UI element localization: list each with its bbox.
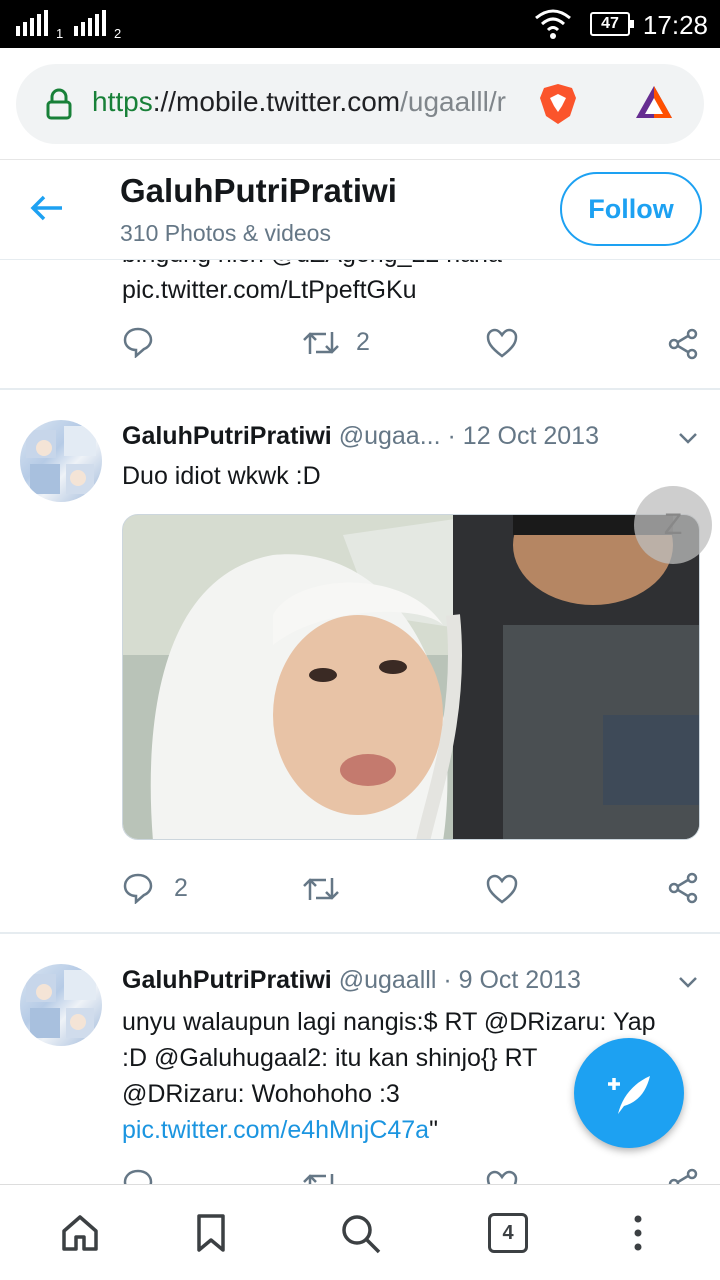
back-arrow-icon[interactable] [30,194,64,222]
author-handle[interactable]: @ugaalll [339,966,437,994]
signal-icon [74,10,106,36]
browser-bottom-nav: 4 [0,1184,720,1280]
search-icon[interactable] [340,1213,382,1255]
lock-icon [46,88,72,120]
home-icon[interactable] [60,1213,100,1253]
like-icon[interactable] [486,874,518,904]
tweet-date[interactable]: · 12 Oct 2013 [448,422,599,450]
share-icon[interactable] [668,328,700,360]
retweet-icon[interactable] [302,328,340,358]
more-menu-icon[interactable] [632,1215,644,1251]
share-icon[interactable] [668,872,700,904]
compose-feather-icon [608,1076,650,1114]
like-icon[interactable] [486,328,518,358]
tweet-header: GaluhPutriPratiwi @ugaalll · 9 Oct 2013 [122,966,581,995]
battery-indicator: 47 [590,12,634,36]
tweet-link[interactable]: pic.twitter.com/LtPpeftGKu [122,272,417,308]
bookmark-icon[interactable] [196,1213,226,1253]
tweet-divider [0,388,720,390]
tweet-date[interactable]: · 9 Oct 2013 [443,966,581,994]
compose-tweet-button[interactable] [574,1038,684,1148]
like-icon[interactable] [486,1170,518,1184]
wifi-icon [535,9,571,39]
tweet-divider [0,932,720,934]
avatar[interactable] [20,420,102,502]
chevron-down-icon[interactable] [678,432,698,446]
reply-icon[interactable] [122,872,154,904]
avatar[interactable] [20,964,102,1046]
tweet-text: Duo idiot wkwk :D [122,462,321,490]
author-name[interactable]: GaluhPutriPratiwi [122,422,332,450]
profile-name: GaluhPutriPratiwi [120,172,397,209]
tweet-text-line: pic.twitter.com/e4hMnjC47a" [122,1116,438,1144]
tweet-text-line: :D @Galuhugaal2: itu kan shinjo{} RT [122,1044,538,1072]
profile-header: GaluhPutriPratiwi 310 Photos & videos Fo… [0,160,720,260]
brave-rewards-icon[interactable] [634,84,674,120]
tweet-text-line: unyu walaupun lagi nangis:$ RT @DRizaru:… [122,1008,656,1036]
floating-overlay-button[interactable]: Z [634,486,712,564]
reply-icon[interactable] [122,1168,154,1184]
author-handle[interactable]: @ugaa... [339,422,441,450]
brave-shield-icon[interactable] [538,82,578,126]
tabs-count-button[interactable]: 4 [488,1213,528,1253]
author-name[interactable]: GaluhPutriPratiwi [122,966,332,994]
sim2-label: 2 [114,26,122,41]
chevron-down-icon[interactable] [678,976,698,990]
status-bar: 1 2 47 17:28 [0,0,720,48]
follow-button[interactable]: Follow [560,172,702,246]
signal-icon [16,10,48,36]
tweet-photo[interactable] [122,514,700,840]
url-text[interactable]: https://mobile.twitter.com/ugaalll/r [92,86,532,118]
share-icon[interactable] [668,1168,700,1184]
sim1-label: 1 [56,26,64,41]
tweet-link[interactable]: pic.twitter.com/e4hMnjC47a [122,1116,429,1144]
url-field[interactable]: https://mobile.twitter.com/ugaalll/r [16,64,704,144]
retweet-icon[interactable] [302,1170,340,1184]
browser-address-bar: https://mobile.twitter.com/ugaalll/r [0,48,720,160]
reply-count: 2 [174,874,188,902]
tweet-header: GaluhPutriPratiwi @ugaa... · 12 Oct 2013 [122,422,599,451]
retweet-icon[interactable] [302,874,340,904]
tweet-text-line: @DRizaru: Wohohoho :3 [122,1080,400,1108]
reply-icon[interactable] [122,326,154,358]
tweet-feed: bingung nich @dZAgeng_22 hana pic.twitte… [0,160,720,1184]
clock: 17:28 [642,10,708,40]
media-count: 310 Photos & videos [120,220,331,246]
retweet-count: 2 [356,328,370,356]
